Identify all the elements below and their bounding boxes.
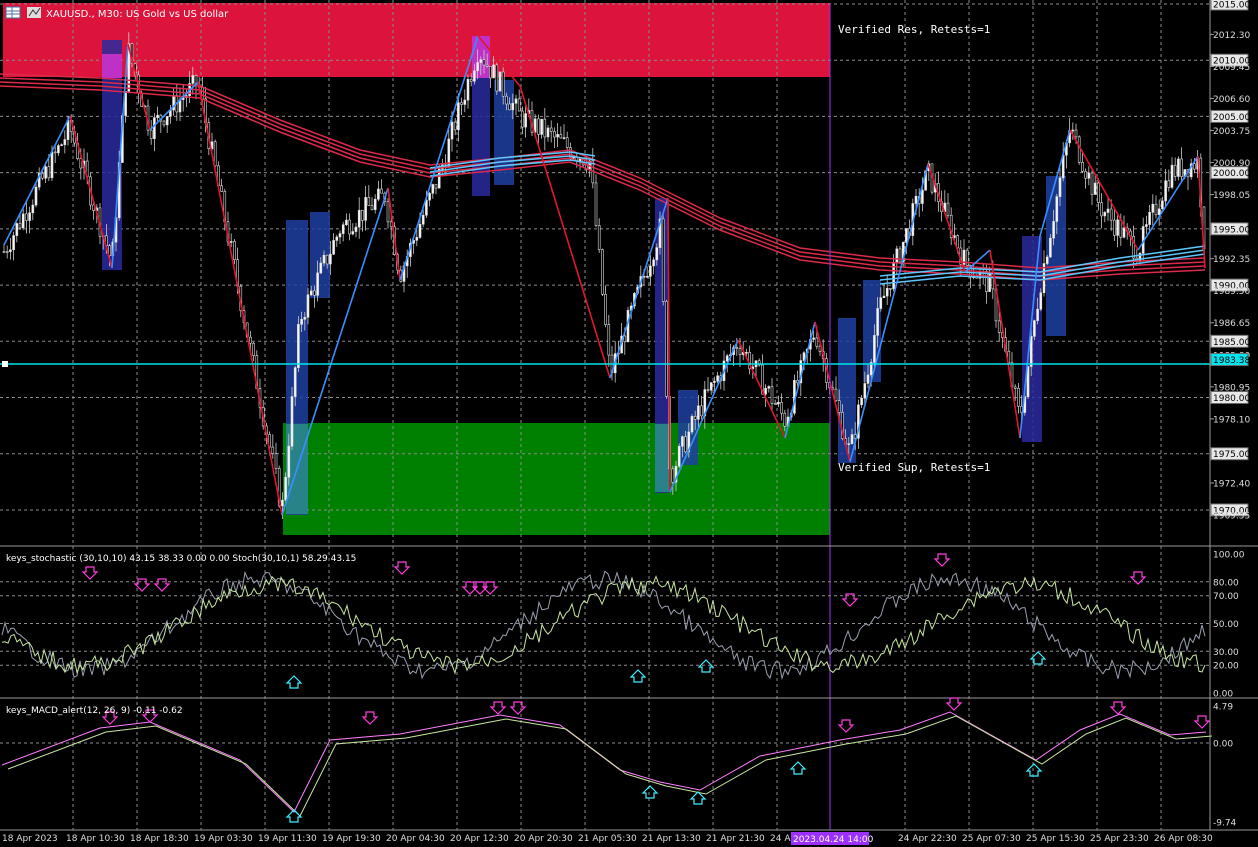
price-label: 1995.00 [1210, 222, 1250, 236]
time-label: 18 Apr 10:30 [66, 834, 125, 844]
chart-type-icon[interactable] [27, 7, 41, 18]
svg-text:1978.10: 1978.10 [1213, 415, 1250, 425]
time-label: 24 Apr 22:30 [898, 834, 957, 844]
price-label: 1978.10 [1213, 415, 1250, 425]
time-label: 21 Apr 21:30 [706, 834, 765, 844]
price-label: 1983.38 [1210, 353, 1250, 367]
time-label: 26 Apr 08:30 [1154, 834, 1213, 844]
time-label: 19 Apr 19:30 [322, 834, 381, 844]
price-label: 1989.50 [1213, 287, 1250, 297]
svg-text:1995.00: 1995.00 [1213, 225, 1250, 235]
time-label: 25 Apr 15:30 [1026, 834, 1085, 844]
price-label: 1992.35 [1213, 255, 1250, 265]
svg-text:1972.40: 1972.40 [1213, 479, 1250, 489]
time-label: 19 Apr 11:30 [258, 834, 317, 844]
price-label: 1972.40 [1213, 479, 1250, 489]
svg-text:2003.75: 2003.75 [1213, 127, 1250, 137]
svg-text:1985.00: 1985.00 [1213, 338, 1250, 348]
svg-text:2009.45: 2009.45 [1213, 63, 1250, 73]
stochastic-pane[interactable] [0, 553, 1210, 689]
time-label: 21 Apr 13:30 [642, 834, 701, 844]
resistance-zone-label: Verified Res, Retests=1 [838, 23, 990, 36]
svg-text:1992.35: 1992.35 [1213, 255, 1250, 265]
svg-text:2005.00: 2005.00 [1213, 113, 1250, 123]
macd-title: keys_MACD_alert(12, 26, 9) -0.11 -0.62 [6, 706, 183, 716]
price-label: 2015.00 [1210, 0, 1250, 11]
price-label: 1998.05 [1213, 191, 1250, 201]
svg-text:2006.60: 2006.60 [1213, 95, 1250, 105]
time-label: 18 Apr 18:30 [130, 834, 189, 844]
price-label: 1986.65 [1213, 319, 1250, 329]
macd-pane[interactable] [0, 697, 1213, 823]
support-zone [283, 423, 830, 535]
time-label: 25 Apr 07:30 [962, 834, 1021, 844]
price-label: 2005.00 [1210, 109, 1250, 123]
price-label: 2006.60 [1213, 95, 1250, 105]
svg-text:70.00: 70.00 [1213, 592, 1239, 602]
price-line-handle[interactable] [2, 361, 8, 367]
time-label: 20 Apr 12:30 [450, 834, 509, 844]
time-label: 21 Apr 05:30 [578, 834, 637, 844]
svg-text:2023.04.24 14:00: 2023.04.24 14:00 [793, 835, 874, 845]
svg-text:1983.38: 1983.38 [1213, 356, 1250, 366]
price-label: 1985.00 [1210, 334, 1250, 348]
svg-text:0.00: 0.00 [1213, 740, 1233, 750]
trading-chart[interactable]: Verified Res, Retests=1 Verified Sup, Re… [0, 0, 1258, 847]
svg-text:1975.00: 1975.00 [1213, 450, 1250, 460]
time-label: 18 Apr 2023 [2, 834, 58, 844]
time-label: 20 Apr 20:30 [514, 834, 573, 844]
price-label: 1975.00 [1210, 447, 1250, 461]
svg-text:2000.00: 2000.00 [1213, 169, 1250, 179]
price-label: 2009.45 [1213, 63, 1250, 73]
price-label: 2000.00 [1210, 166, 1250, 180]
svg-text:100.00: 100.00 [1213, 551, 1245, 561]
time-label: 20 Apr 04:30 [386, 834, 445, 844]
time-axis[interactable]: 18 Apr 2023 18 Apr 10:30 18 Apr 18:30 19 Ap… [2, 832, 1213, 845]
support-zone-label: Verified Sup, Retests=1 [838, 461, 990, 474]
svg-text:-9.74: -9.74 [1213, 819, 1237, 829]
svg-text:1980.00: 1980.00 [1213, 394, 1250, 404]
svg-text:2012.30: 2012.30 [1213, 31, 1250, 41]
symbol-title: XAUUSD., M30: US Gold vs US dollar [46, 9, 229, 20]
svg-text:1986.65: 1986.65 [1213, 319, 1250, 329]
chart-menu-icon[interactable] [5, 6, 21, 19]
svg-text:1998.05: 1998.05 [1213, 191, 1250, 201]
price-label: 2003.75 [1213, 127, 1250, 137]
svg-text:4.79: 4.79 [1213, 703, 1233, 713]
price-label: 1969.55 [1213, 512, 1250, 522]
svg-text:1989.50: 1989.50 [1213, 287, 1250, 297]
svg-text:20.00: 20.00 [1213, 662, 1239, 672]
time-label: 19 Apr 03:30 [194, 834, 253, 844]
svg-text:2015.00: 2015.00 [1213, 1, 1250, 11]
svg-text:1969.55: 1969.55 [1213, 512, 1250, 522]
svg-text:0.00: 0.00 [1213, 690, 1233, 700]
price-label: 2012.30 [1213, 31, 1250, 41]
svg-text:80.00: 80.00 [1213, 578, 1239, 588]
price-label: 1980.00 [1210, 391, 1250, 405]
indicator-axis: 100.00 80.00 70.00 50.00 30.00 20.00 0.00 4.79 0… [1213, 551, 1245, 829]
crosshair-time-label: 2023.04.24 14:00 [791, 832, 874, 845]
price-axis[interactable]: 2015.002012.302010.002009.452006.602005.… [1210, 0, 1250, 522]
time-label: 25 Apr 23:30 [1090, 834, 1149, 844]
stochastic-title: keys_stochastic (30,10,10) 43.15 38.33 0… [6, 554, 356, 564]
svg-text:50.00: 50.00 [1213, 620, 1239, 630]
svg-text:30.00: 30.00 [1213, 648, 1239, 658]
